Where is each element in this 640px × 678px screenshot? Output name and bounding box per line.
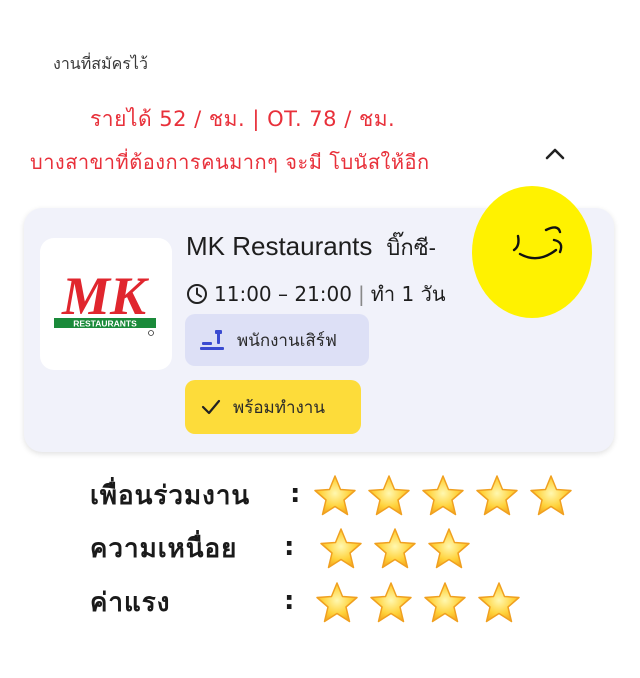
star-rating	[312, 578, 524, 628]
star-rating	[310, 471, 576, 521]
separator: |	[358, 282, 365, 306]
rating-row: เพื่อนร่วมงาน	[90, 475, 250, 516]
rating-colon: :	[284, 586, 295, 616]
star-icon	[530, 475, 572, 516]
waiter-icon	[200, 330, 224, 350]
logo-subtext: RESTAURANTS	[73, 319, 137, 329]
job-title: MK Restaurants บิ๊กซี-	[186, 230, 436, 265]
rating-colon: :	[290, 479, 301, 509]
promo-wage-text: รายได้ 52 / ชม. | OT. 78 / ชม.	[90, 107, 396, 131]
chevron-up-icon[interactable]	[541, 140, 569, 168]
star-icon	[478, 582, 520, 623]
section-title: งานที่สมัครไว้	[53, 54, 148, 73]
star-icon	[428, 528, 470, 569]
restaurant-logo: MK RESTAURANTS	[40, 238, 172, 370]
star-icon	[476, 475, 518, 516]
shift-time: 11:00 – 21:00	[214, 282, 352, 306]
role-chip: พนักงานเสิร์ฟ	[185, 314, 369, 366]
shift-time-row: 11:00 – 21:00 | ทำ 1 วัน	[186, 278, 446, 310]
restaurant-name: MK Restaurants	[186, 231, 373, 261]
star-icon	[316, 582, 358, 623]
star-icon	[374, 528, 416, 569]
star-icon	[368, 475, 410, 516]
ready-to-work-button[interactable]: พร้อมทำงาน	[185, 380, 361, 434]
star-icon	[370, 582, 412, 623]
shift-duration: ทำ 1 วัน	[370, 282, 446, 306]
star-icon	[424, 582, 466, 623]
promo-bonus-text: บางสาขาที่ต้องการคนมากๆ จะมี โบนัสให้อีก	[30, 150, 430, 174]
rating-label: เพื่อนร่วมงาน	[90, 481, 251, 511]
role-label: พนักงานเสิร์ฟ	[237, 330, 337, 351]
clock-icon	[187, 284, 207, 304]
lemon-face-sticker	[472, 186, 592, 318]
rating-label: ค่าแรง	[90, 588, 171, 618]
check-icon	[201, 399, 221, 415]
star-rating	[316, 524, 474, 574]
star-icon	[422, 475, 464, 516]
logo-mk-text: MK	[61, 266, 150, 326]
rating-colon: :	[284, 532, 295, 562]
star-icon	[320, 528, 362, 569]
rating-label: ความเหนื่อย	[90, 534, 238, 564]
star-icon	[314, 475, 356, 516]
branch-name: บิ๊กซี-	[386, 235, 436, 260]
rating-row: ค่าแรง	[90, 582, 170, 623]
ready-label: พร้อมทำงาน	[233, 397, 325, 418]
rating-row: ความเหนื่อย	[90, 528, 237, 569]
